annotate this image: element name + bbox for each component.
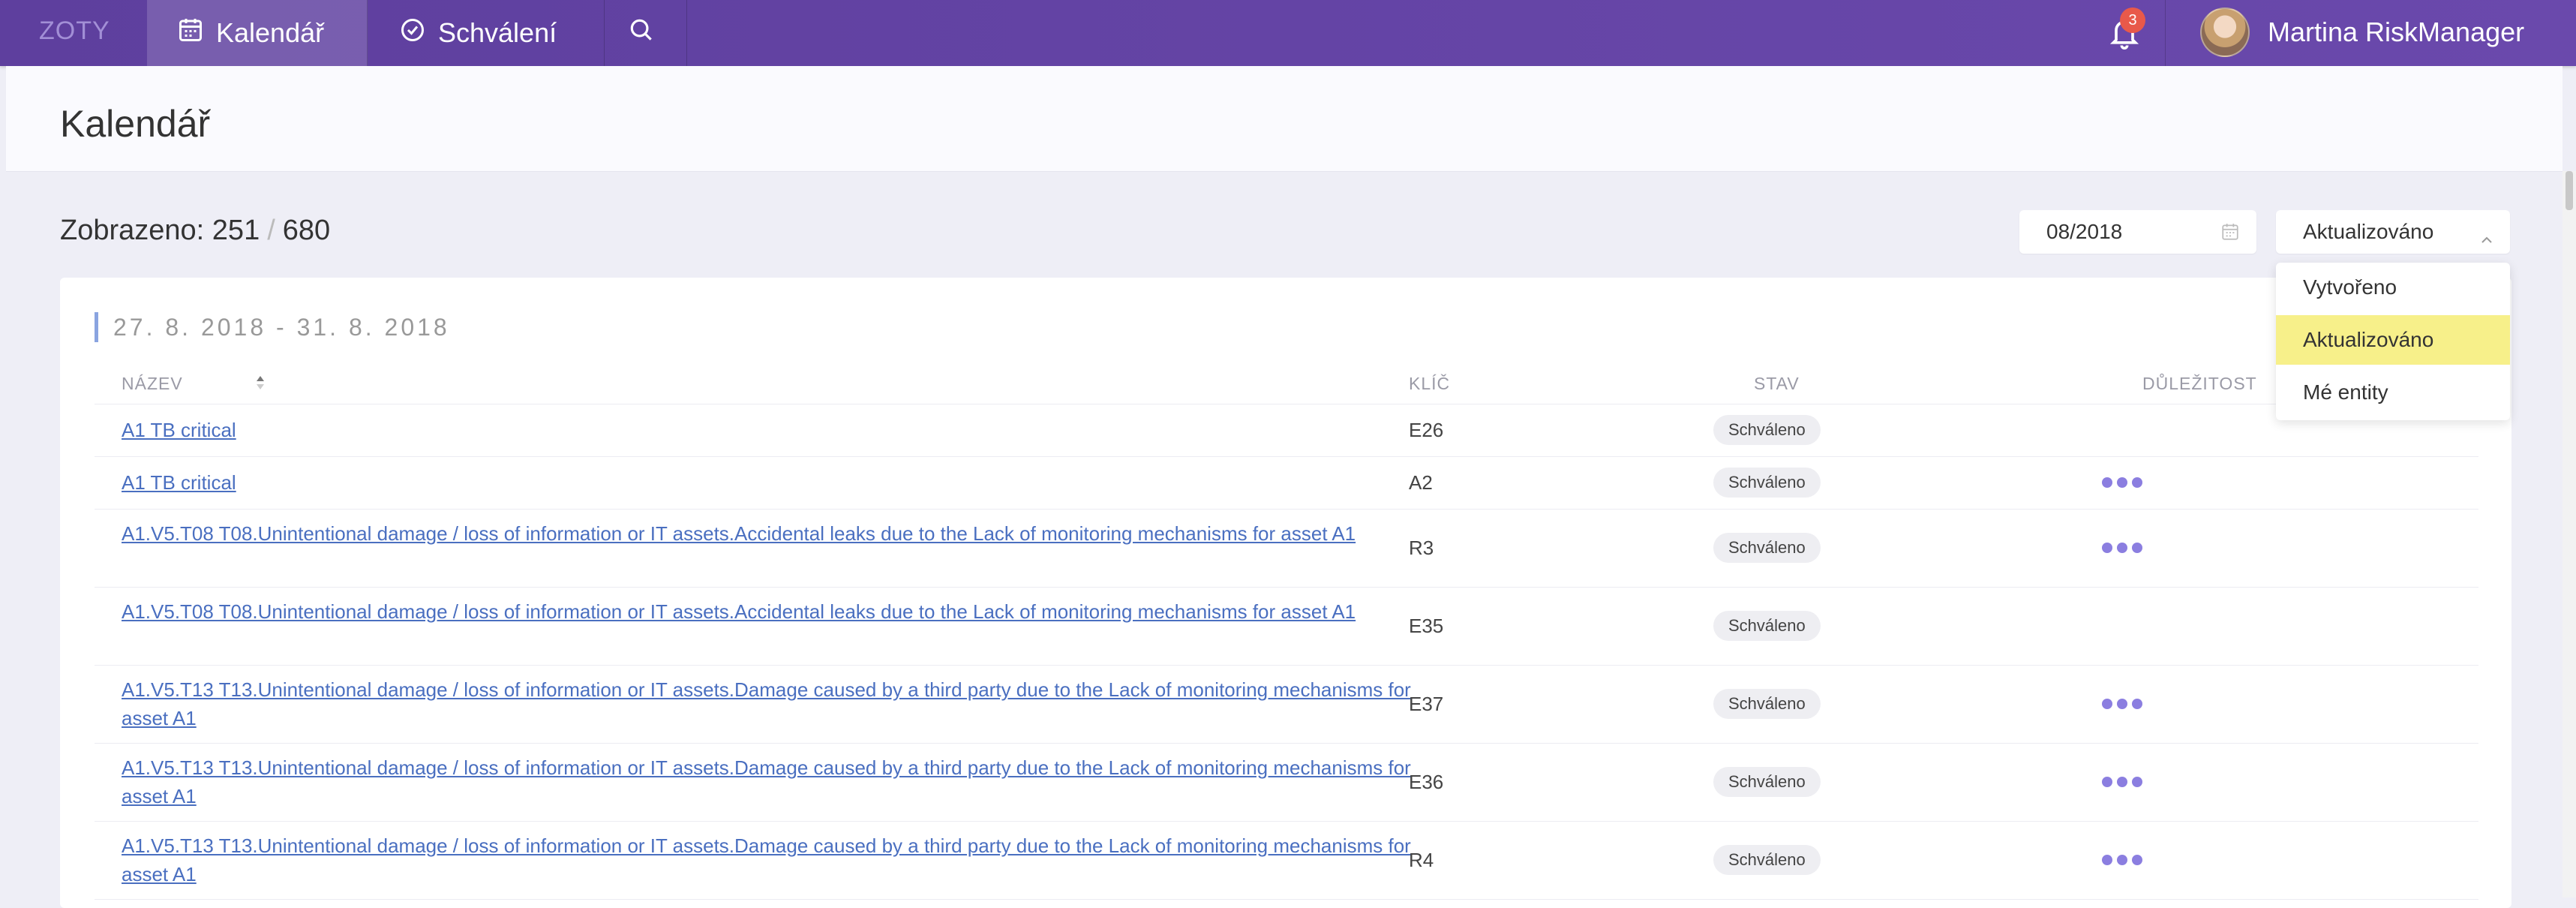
table-row[interactable]: A1.V5.T08 T08.Unintentional damage / los… (95, 587, 2478, 666)
column-header-name[interactable]: NÁZEV (122, 374, 183, 394)
counter-label: Zobrazeno: (60, 215, 205, 246)
column-header-importance[interactable]: DŮLEŽITOST (2142, 374, 2257, 394)
brand-logo[interactable]: ZOTY (39, 17, 110, 46)
table-row[interactable]: A1.V5.T13 T13.Unintentional damage / los… (95, 665, 2478, 744)
user-menu[interactable]: Martina RiskManager (2165, 0, 2576, 66)
importance-dot (2117, 777, 2127, 787)
nav-item-label: Schválení (438, 17, 557, 48)
nav-item-label: Kalendář (216, 17, 325, 48)
importance-dot (2102, 699, 2112, 709)
dropdown-option-aktualizovano[interactable]: Aktualizováno (2276, 315, 2510, 365)
status-badge: Schváleno (1713, 689, 1821, 719)
page-title: Kalendář (60, 103, 211, 145)
row-name-link[interactable]: A1.V5.T08 T08.Unintentional damage / los… (122, 519, 1412, 548)
row-key: E36 (1409, 771, 1444, 793)
importance-indicator (2102, 543, 2142, 553)
counter-total: 680 (282, 215, 331, 246)
importance-dot (2102, 543, 2112, 553)
status-badge: Schváleno (1713, 533, 1821, 563)
date-range-title: 27. 8. 2018 - 31. 8. 2018 (95, 312, 450, 342)
row-name-link[interactable]: A1.V5.T08 T08.Unintentional damage / los… (122, 597, 1412, 626)
importance-dot (2117, 855, 2127, 865)
dropdown-option-me-entity[interactable]: Mé entity (2276, 368, 2510, 417)
importance-dot (2132, 855, 2142, 865)
dropdown-option-vytvoreno[interactable]: Vytvořeno (2276, 263, 2510, 312)
importance-dot (2102, 855, 2112, 865)
calendar-icon[interactable] (2220, 222, 2240, 247)
page-header: Kalendář (6, 66, 2562, 172)
importance-dot (2132, 477, 2142, 488)
calendar-card: 27. 8. 2018 - 31. 8. 2018 NÁZEV KLÍČ STA… (60, 278, 2511, 908)
date-value: 08/2018 (2046, 220, 2123, 243)
row-key: E37 (1409, 693, 1444, 715)
search-icon (627, 16, 668, 51)
user-name: Martina RiskManager (2268, 17, 2525, 47)
importance-dot (2117, 699, 2127, 709)
status-badge: Schváleno (1713, 468, 1821, 498)
row-key: R3 (1409, 537, 1434, 559)
sort-icon[interactable] (255, 374, 266, 396)
importance-dot (2102, 477, 2112, 488)
table-header: NÁZEV KLÍČ STAV DŮLEŽITOST (95, 359, 2478, 404)
sort-select[interactable]: Aktualizováno (2276, 210, 2510, 254)
row-key: A2 (1409, 471, 1433, 494)
status-badge: Schváleno (1713, 415, 1821, 445)
row-key: E35 (1409, 615, 1444, 637)
scrollbar[interactable] (2562, 171, 2576, 897)
importance-dot (2117, 477, 2127, 488)
nav-item-schvaleni[interactable]: Schválení (368, 0, 605, 66)
calendar-icon (177, 17, 216, 50)
check-circle-icon (399, 17, 438, 50)
importance-indicator (2102, 777, 2142, 787)
importance-dot (2102, 777, 2112, 787)
chevron-up-icon (2480, 227, 2493, 251)
results-counter: Zobrazeno: 251/680 (60, 215, 330, 247)
importance-indicator (2102, 855, 2142, 865)
table-row[interactable]: A1 TB critical A2 Schváleno (95, 456, 2478, 510)
row-name-link[interactable]: A1.V5.T13 T13.Unintentional damage / los… (122, 753, 1412, 810)
search-button[interactable] (605, 0, 687, 66)
importance-indicator (2102, 699, 2142, 709)
table-row[interactable]: A1.V5.T08 T08.Unintentional damage / los… (95, 509, 2478, 588)
row-name-link[interactable]: A1.V5.T13 T13.Unintentional damage / los… (122, 831, 1412, 888)
row-name-link[interactable]: A1 TB critical (122, 416, 1412, 444)
counter-divider: / (267, 215, 275, 246)
row-key: E26 (1409, 419, 1444, 441)
table-row[interactable]: A1.V5.T13 T13.Unintentional damage / los… (95, 821, 2478, 900)
sort-dropdown-menu: Vytvořeno Aktualizováno Mé entity (2276, 263, 2510, 420)
row-name-link[interactable]: A1.V5.T13 T13.Unintentional damage / los… (122, 675, 1412, 732)
importance-indicator (2102, 477, 2142, 488)
status-badge: Schváleno (1713, 767, 1821, 797)
sort-selected-value: Aktualizováno (2303, 220, 2434, 243)
importance-dot (2117, 543, 2127, 553)
table-row[interactable]: A1.V5.T13 T13.Unintentional damage / los… (95, 743, 2478, 822)
avatar (2200, 8, 2250, 57)
column-header-status[interactable]: STAV (1754, 374, 1800, 394)
status-badge: Schváleno (1713, 611, 1821, 641)
importance-dot (2132, 543, 2142, 553)
top-navbar: ZOTY Kalendář Schválení 3 Martina RiskMa… (0, 0, 2576, 66)
column-header-key[interactable]: KLÍČ (1409, 374, 1450, 394)
status-badge: Schváleno (1713, 845, 1821, 875)
row-name-link[interactable]: A1 TB critical (122, 468, 1412, 497)
importance-dot (2132, 699, 2142, 709)
row-key: R4 (1409, 849, 1434, 871)
counter-shown: 251 (212, 215, 260, 246)
date-filter-input[interactable]: 08/2018 (2019, 210, 2256, 254)
nav-item-kalendar[interactable]: Kalendář (147, 0, 368, 66)
importance-dot (2132, 777, 2142, 787)
scrollbar-thumb[interactable] (2565, 171, 2573, 210)
notification-badge: 3 (2120, 8, 2145, 33)
table-row[interactable]: A1 TB critical E26 Schváleno (95, 404, 2478, 457)
